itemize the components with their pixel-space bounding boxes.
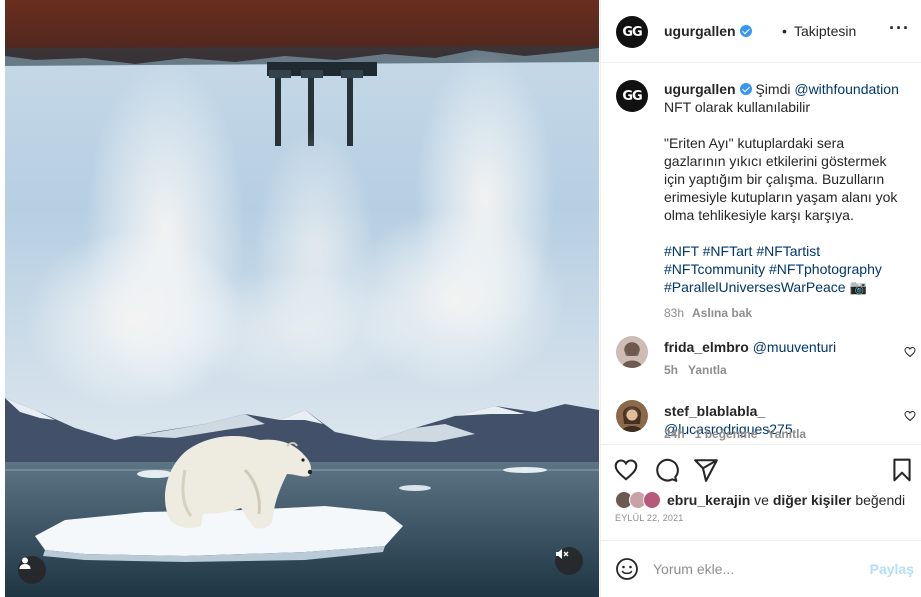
author-avatar[interactable]: GG [616, 16, 648, 48]
comment-reply-button[interactable]: Yanıtla [688, 363, 727, 377]
user-tag-button[interactable] [18, 556, 46, 584]
comment-time: 5h [664, 363, 679, 377]
caption-hashtags[interactable]: #NFT #NFTart #NFTartist #NFTcommunity #N… [664, 242, 904, 296]
commenter-avatar[interactable] [616, 400, 648, 432]
caption: ugurgallen Şimdi @withfoundation NFT ola… [664, 80, 904, 322]
comment-like-heart-icon[interactable] [904, 346, 916, 358]
comment-meta: 24h 1 beğenme Yanıtla [664, 427, 816, 441]
comment-likes-count[interactable]: 1 beğenme [695, 427, 758, 441]
commenter-avatar-image [616, 336, 648, 368]
follow-status-button[interactable]: Takiptesin [794, 23, 856, 39]
post-image[interactable] [5, 0, 599, 597]
add-comment-bar: Yorum ekle... Paylaş [601, 540, 921, 597]
comment-username[interactable]: stef_blablabla_ [664, 403, 765, 419]
liker-avatar [643, 491, 661, 509]
see-translation-link[interactable]: Aslına bak [692, 306, 752, 320]
author-username-text: ugurgallen [664, 23, 736, 39]
verified-badge-icon [739, 25, 752, 37]
mute-icon [556, 549, 569, 559]
post-date: EYLÜL 22, 2021 [615, 513, 684, 523]
liker-avatars [615, 491, 663, 509]
heart-icon[interactable] [613, 457, 639, 483]
comment-reply-button[interactable]: Yanıtla [767, 427, 806, 441]
caption-avatar[interactable]: GG [616, 80, 648, 112]
comment-input[interactable]: Yorum ekle... [653, 561, 734, 577]
post-header: GG ugurgallen • Takiptesin ··· [601, 0, 921, 63]
likes-connector: ve [750, 492, 773, 508]
comment-mention-link[interactable]: @muuventuri [753, 339, 836, 355]
post-comment-button[interactable]: Paylaş [870, 561, 914, 577]
mute-button[interactable] [555, 547, 583, 575]
commenter-avatar[interactable] [616, 336, 648, 368]
liker-username[interactable]: ebru_kerajin [667, 492, 750, 508]
comment-like-heart-icon[interactable] [904, 410, 916, 422]
emoji-icon[interactable] [615, 557, 639, 581]
comment-body: frida_elmbro @muuventuri [664, 338, 894, 356]
commenter-avatar-image [616, 400, 648, 432]
comment-meta: 5h Yanıtla [664, 363, 737, 377]
comments-area[interactable]: GG ugurgallen Şimdi @withfoundation NFT … [601, 64, 921, 444]
share-icon[interactable] [693, 457, 719, 483]
comment-item: frida_elmbro @muuventuri 5h Yanıtla [601, 336, 921, 386]
bookmark-icon[interactable] [889, 457, 915, 483]
comment-time: 24h [664, 427, 685, 441]
caption-username[interactable]: ugurgallen [664, 81, 736, 97]
user-tag-icon [19, 557, 31, 569]
caption-paragraph: "Eriten Ayı" kutuplardaki sera gazlarını… [664, 135, 898, 223]
action-icons-row [613, 457, 913, 483]
caption-first-line: ugurgallen Şimdi @withfoundation NFT ola… [664, 80, 904, 116]
comment-username[interactable]: frida_elmbro [664, 339, 749, 355]
post-actions: ebru_kerajin ve diğer kişiler beğendi EY… [601, 444, 921, 540]
caption-line1-rest: NFT olarak kullanılabilir [664, 99, 811, 115]
likes-others-link[interactable]: diğer kişiler [773, 492, 852, 508]
caption-prefix: Şimdi [755, 81, 795, 97]
likes-summary: ebru_kerajin ve diğer kişiler beğendi [615, 491, 905, 509]
author-username[interactable]: ugurgallen [664, 23, 752, 39]
caption-mention-link[interactable]: @withfoundation [794, 81, 899, 97]
comment-item: stef_blablabla_ @lucasrodrigues275 24h 1 … [601, 400, 921, 444]
likes-suffix: beğendi [851, 492, 906, 508]
avatar-text: GG [622, 24, 642, 40]
verified-badge-icon [739, 83, 752, 95]
comment-icon[interactable] [653, 457, 679, 483]
post-detail-panel: GG ugurgallen • Takiptesin ··· GG ugurga… [600, 0, 921, 597]
more-options-icon[interactable]: ··· [889, 18, 910, 39]
caption-meta: 83h Aslına bak [664, 304, 904, 322]
separator-dot: • [782, 23, 787, 39]
caption-avatar-text: GG [622, 88, 642, 104]
polar-bear-artwork [5, 0, 599, 597]
caption-time: 83h [664, 306, 685, 320]
